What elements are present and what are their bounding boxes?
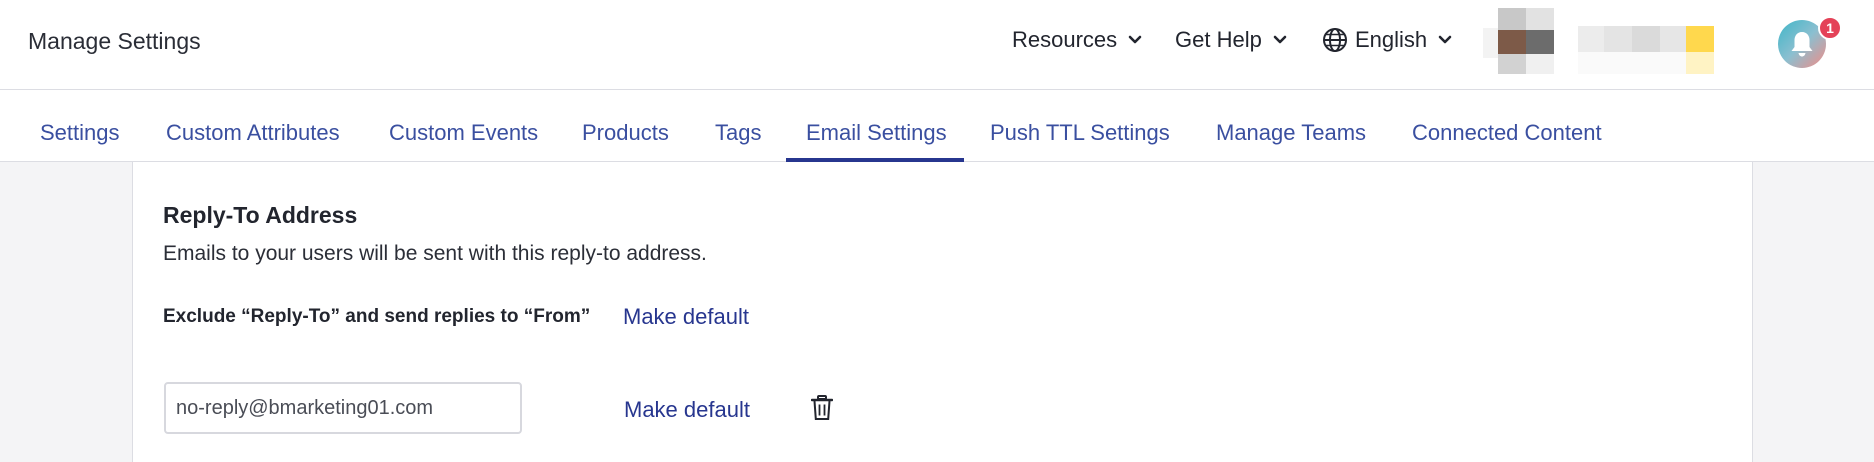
tab-manage-teams[interactable]: Manage Teams [1216, 120, 1366, 146]
resources-menu-label: Resources [1012, 27, 1118, 52]
get-help-menu-label: Get Help [1175, 27, 1262, 52]
make-default-exclude-link[interactable]: Make default [623, 304, 749, 330]
notifications-button[interactable]: 1 [1778, 16, 1842, 68]
chevron-down-icon [1273, 35, 1287, 44]
tab-custom-events[interactable]: Custom Events [389, 120, 538, 146]
chevron-down-icon [1128, 35, 1142, 44]
bell-icon [1791, 32, 1813, 57]
resources-menu[interactable]: Resources [1012, 27, 1143, 53]
tab-settings[interactable]: Settings [40, 120, 120, 146]
chevron-down-icon [1438, 35, 1452, 44]
get-help-menu[interactable]: Get Help [1175, 27, 1288, 53]
reply-to-panel: Reply-To Address Emails to your users wi… [132, 162, 1753, 462]
language-menu[interactable]: English [1322, 27, 1453, 53]
settings-tabs: Settings Custom Attributes Custom Events… [0, 90, 1874, 162]
top-header: Manage Settings Resources Get Help Engli… [0, 0, 1874, 90]
tab-push-ttl-settings[interactable]: Push TTL Settings [990, 120, 1170, 146]
language-menu-label: English [1355, 27, 1428, 52]
make-default-email-link[interactable]: Make default [624, 397, 750, 423]
trash-icon[interactable] [811, 395, 833, 421]
exclude-reply-to-label: Exclude “Reply-To” and send replies to “… [163, 306, 591, 327]
tab-email-settings[interactable]: Email Settings [806, 120, 947, 146]
section-title: Reply-To Address [163, 202, 358, 228]
tab-connected-content[interactable]: Connected Content [1412, 120, 1602, 146]
globe-icon [1323, 28, 1347, 52]
section-description: Emails to your users will be sent with t… [163, 242, 707, 265]
account-avatar[interactable] [1483, 8, 1554, 74]
reply-to-email-input[interactable] [164, 382, 522, 434]
tab-tags[interactable]: Tags [715, 120, 761, 146]
tab-custom-attributes[interactable]: Custom Attributes [166, 120, 340, 146]
account-name[interactable] [1578, 26, 1714, 74]
notification-count-badge: 1 [1818, 16, 1842, 40]
tab-products[interactable]: Products [582, 120, 669, 146]
page-title: Manage Settings [28, 28, 201, 54]
